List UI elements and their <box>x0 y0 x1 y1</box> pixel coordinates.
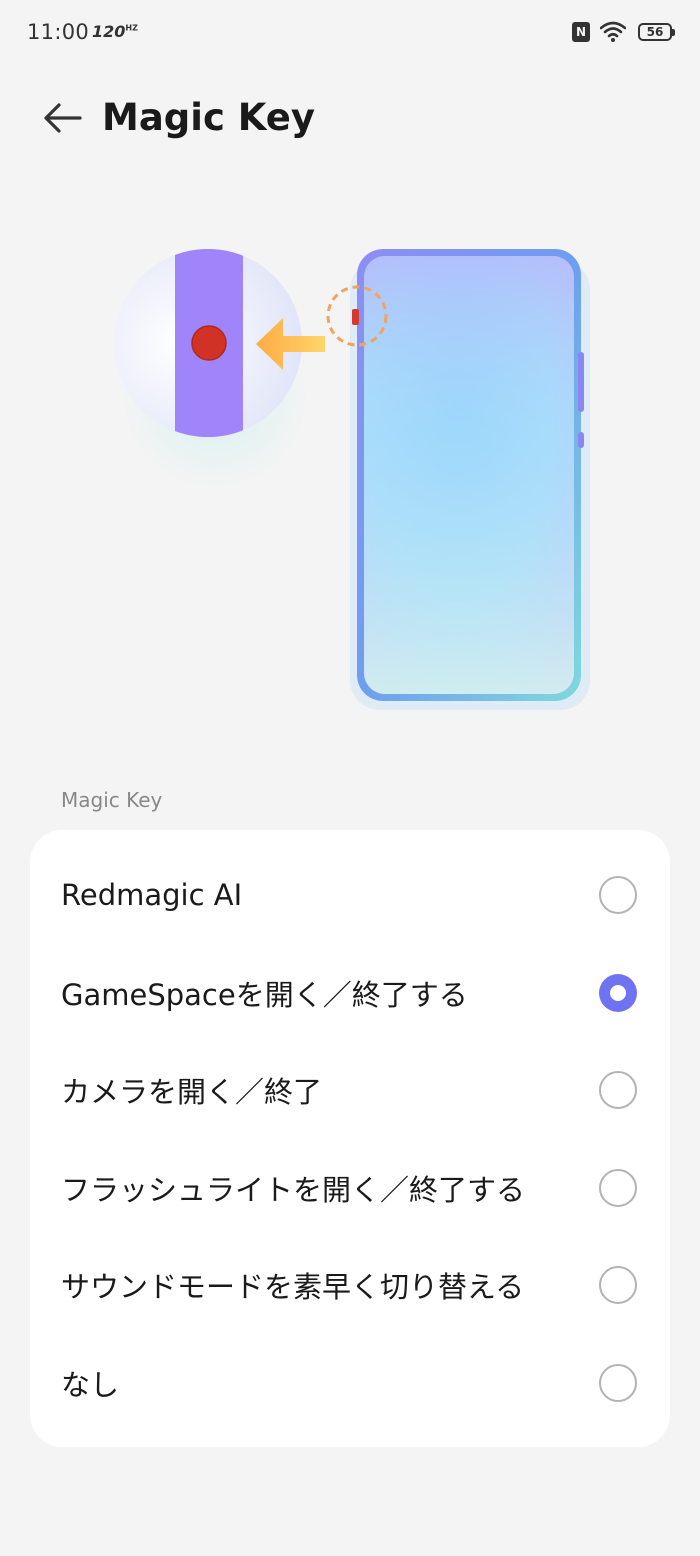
radio-button[interactable] <box>599 1266 637 1304</box>
option-flashlight[interactable]: フラッシュライトを開く／終了する <box>30 1139 670 1237</box>
option-label: フラッシュライトを開く／終了する <box>61 1173 526 1207</box>
refresh-rate-unit: HZ <box>125 23 138 33</box>
options-card: Redmagic AI GameSpaceを開く／終了する カメラを開く／終了 … <box>30 830 670 1447</box>
option-sound-mode[interactable]: サウンドモードを素早く切り替える <box>30 1236 670 1334</box>
option-label: カメラを開く／終了 <box>61 1075 323 1109</box>
option-label: サウンドモードを素早く切り替える <box>61 1270 525 1304</box>
arrow-left-icon[interactable] <box>42 100 82 136</box>
option-redmagic-ai[interactable]: Redmagic AI <box>30 846 670 944</box>
magic-key-illustration <box>114 249 590 710</box>
section-header: Magic Key <box>61 788 163 812</box>
page-title: Magic Key <box>102 96 316 139</box>
status-bar: 11:00 120HZ N 56 <box>0 0 700 64</box>
status-icons: N 56 <box>572 20 675 44</box>
radio-button[interactable] <box>599 876 637 914</box>
nfc-icon: N <box>572 22 590 42</box>
option-camera[interactable]: カメラを開く／終了 <box>30 1041 670 1139</box>
option-label: Redmagic AI <box>61 878 243 912</box>
refresh-rate-indicator: 120HZ <box>92 22 138 41</box>
wifi-icon <box>600 21 626 42</box>
option-label: GameSpaceを開く／終了する <box>61 978 468 1012</box>
status-time: 11:00 <box>27 20 90 44</box>
battery-icon: 56 <box>638 23 675 41</box>
radio-button[interactable] <box>599 1364 637 1402</box>
option-gamespace[interactable]: GameSpaceを開く／終了する <box>30 944 670 1042</box>
radio-button[interactable] <box>599 1169 637 1207</box>
radio-button-selected[interactable] <box>599 974 637 1012</box>
option-none[interactable]: なし <box>30 1334 670 1432</box>
radio-button[interactable] <box>599 1071 637 1109</box>
option-label: なし <box>61 1368 120 1402</box>
refresh-rate-value: 120 <box>92 22 126 41</box>
